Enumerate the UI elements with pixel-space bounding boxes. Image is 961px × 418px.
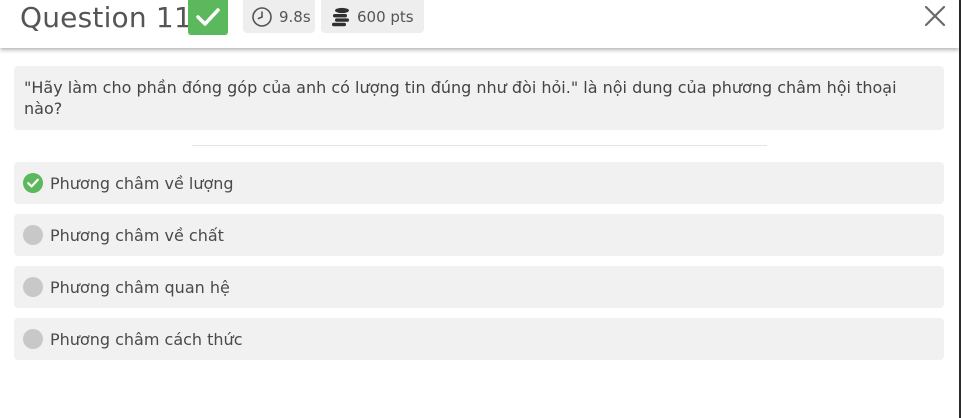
- time-pill: 9.8s: [243, 0, 315, 33]
- points-value: 600 pts: [357, 7, 414, 26]
- answer-option-1[interactable]: Phương châm về lượng: [14, 162, 944, 204]
- answer-label: Phương châm quan hệ: [50, 277, 230, 297]
- answer-label: Phương châm về lượng: [50, 173, 234, 193]
- question-box: "Hãy làm cho phần đóng góp của anh có lư…: [14, 66, 944, 130]
- question-title: Question 11: [20, 1, 192, 34]
- answer-label: Phương châm cách thức: [50, 329, 243, 349]
- time-value: 9.8s: [279, 7, 311, 26]
- close-icon: [924, 5, 946, 27]
- stopwatch-icon: [252, 6, 272, 27]
- coin-stack-icon: [332, 7, 349, 26]
- divider: [192, 145, 767, 146]
- checkmark-icon: [196, 8, 220, 26]
- answer-option-3[interactable]: Phương châm quan hệ: [14, 266, 944, 308]
- question-text: "Hãy làm cho phần đóng góp của anh có lư…: [24, 78, 897, 118]
- close-button[interactable]: [922, 3, 948, 29]
- grey-circle-icon: [23, 277, 43, 297]
- question-header: Question 11 9.8s 600 pts: [0, 0, 959, 48]
- grey-circle-icon: [23, 225, 43, 245]
- answer-option-2[interactable]: Phương châm về chất: [14, 214, 944, 256]
- answer-option-4[interactable]: Phương châm cách thức: [14, 318, 944, 360]
- check-circle-icon: [23, 173, 43, 193]
- answer-label: Phương châm về chất: [50, 225, 224, 245]
- correct-status-badge: [188, 0, 228, 35]
- points-pill: 600 pts: [321, 0, 424, 33]
- grey-circle-icon: [23, 329, 43, 349]
